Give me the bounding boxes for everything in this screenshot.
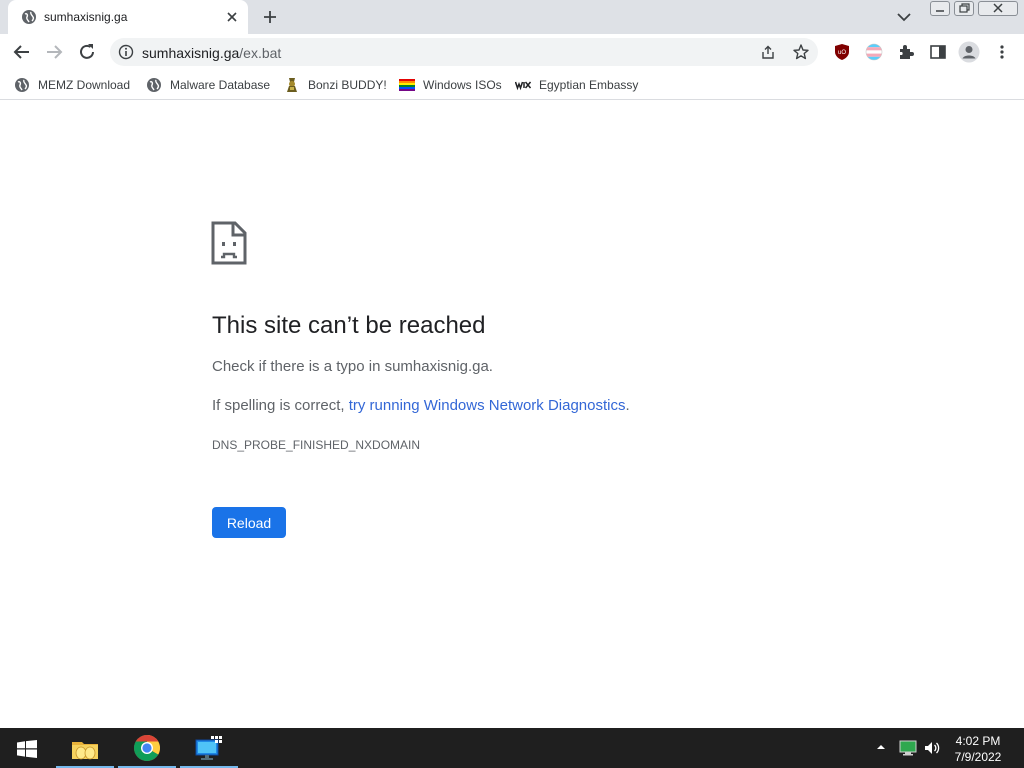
puzzle-icon[interactable] <box>897 43 915 61</box>
taskbar-network-app[interactable] <box>180 728 238 768</box>
url-path: /ex.bat <box>239 45 282 61</box>
volume-icon[interactable] <box>924 740 942 756</box>
clock-date: 7/9/2022 <box>954 750 1002 764</box>
kebab-menu-icon[interactable] <box>993 43 1011 61</box>
error-hint-diagnostics: If spelling is correct, try running Wind… <box>212 397 630 414</box>
share-icon[interactable] <box>760 44 776 60</box>
chrome-icon <box>133 735 161 762</box>
wix-icon <box>515 81 531 91</box>
ublock-icon[interactable]: uO <box>833 43 851 61</box>
globe-icon <box>15 78 29 92</box>
tab-title: sumhaxisnig.ga <box>44 10 128 24</box>
tab-search-chevron-icon[interactable] <box>895 10 913 24</box>
sad-document-icon <box>211 221 247 265</box>
url-host: sumhaxisnig.ga <box>142 45 240 61</box>
side-panel-icon[interactable] <box>929 43 947 61</box>
bookmark-windows-isos[interactable]: Windows ISOs <box>399 76 502 94</box>
forward-button[interactable] <box>44 42 64 62</box>
bookmark-label: Windows ISOs <box>423 78 502 92</box>
close-icon[interactable] <box>224 9 240 25</box>
error-page: This site can’t be reached Check if ther… <box>0 101 1024 728</box>
tab-active[interactable]: sumhaxisnig.ga <box>8 0 248 34</box>
diagnostics-link[interactable]: try running Windows Network Diagnostics <box>349 397 626 414</box>
svg-text:uO: uO <box>838 50 846 56</box>
error-hint-prefix: If spelling is correct, <box>212 397 349 414</box>
globe-icon <box>147 78 161 92</box>
info-icon[interactable] <box>118 44 134 60</box>
url-text[interactable]: sumhaxisnig.ga/ex.bat <box>142 45 281 61</box>
bookmark-memz-download[interactable]: MEMZ Download <box>14 76 130 94</box>
bookmark-label: Egyptian Embassy <box>539 78 639 92</box>
rainbow-flag-icon <box>399 79 415 91</box>
new-tab-button[interactable] <box>261 8 279 26</box>
taskbar-file-explorer[interactable] <box>56 728 114 768</box>
reload-button[interactable]: Reload <box>212 507 286 538</box>
bookmark-bonzi-buddy[interactable]: Bonzi BUDDY! <box>284 76 387 94</box>
error-hint-suffix: . <box>625 397 630 414</box>
bookmark-star-icon[interactable] <box>792 43 810 61</box>
profile-icon[interactable] <box>958 41 980 63</box>
error-title: This site can’t be reached <box>212 312 486 339</box>
windows-start-icon[interactable] <box>17 740 37 758</box>
tray-overflow-chevron-icon[interactable] <box>876 742 886 752</box>
globe-icon <box>22 10 36 24</box>
bookmark-label: Bonzi BUDDY! <box>308 78 387 92</box>
browser-toolbar: sumhaxisnig.ga/ex.bat uO <box>0 34 1024 70</box>
bonzi-icon <box>287 78 297 92</box>
bookmark-egyptian-embassy[interactable]: Egyptian Embassy <box>515 76 638 94</box>
reload-icon[interactable] <box>77 42 97 62</box>
error-hint-typo: Check if there is a typo in sumhaxisnig.… <box>212 358 493 375</box>
trans-flag-icon[interactable] <box>865 43 883 61</box>
address-bar[interactable]: sumhaxisnig.ga/ex.bat <box>110 38 818 66</box>
tab-strip: sumhaxisnig.ga <box>0 0 1024 34</box>
bookmarks-bar: MEMZ Download Malware Database Bonzi BUD… <box>0 70 1024 100</box>
taskbar: 4:02 PM 7/9/2022 <box>0 728 1024 768</box>
taskbar-chrome[interactable] <box>118 728 176 768</box>
back-button[interactable] <box>12 42 32 62</box>
network-status-icon[interactable] <box>899 740 917 756</box>
bookmark-malware-database[interactable]: Malware Database <box>146 76 270 94</box>
error-code: DNS_PROBE_FINISHED_NXDOMAIN <box>212 438 421 452</box>
network-app-icon <box>195 736 222 760</box>
clock-time: 4:02 PM <box>955 734 1001 748</box>
restore-button[interactable] <box>954 1 974 16</box>
bookmark-label: MEMZ Download <box>38 78 131 92</box>
minimize-button[interactable] <box>930 1 950 16</box>
window-close-button[interactable] <box>978 1 1018 16</box>
system-clock[interactable]: 4:02 PM 7/9/2022 <box>948 733 1008 765</box>
bookmark-label: Malware Database <box>170 78 271 92</box>
file-explorer-icon <box>72 742 98 760</box>
